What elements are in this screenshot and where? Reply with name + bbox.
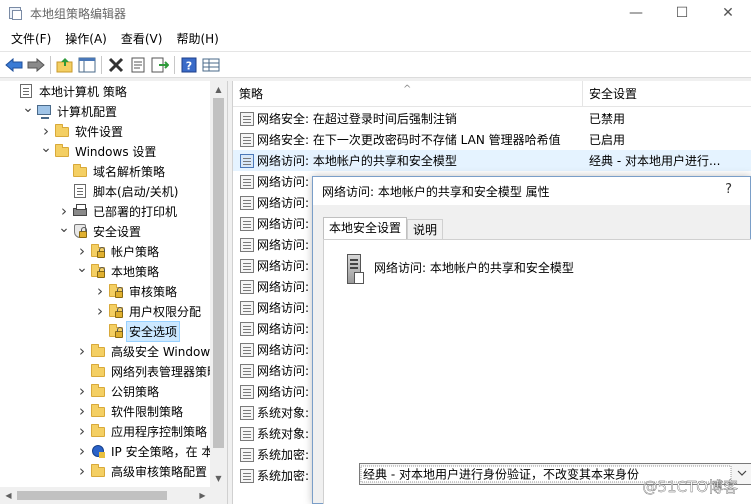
watermark-text: @51CTO博客: [642, 478, 738, 496]
watermark: @51CTO博客: [642, 478, 738, 496]
